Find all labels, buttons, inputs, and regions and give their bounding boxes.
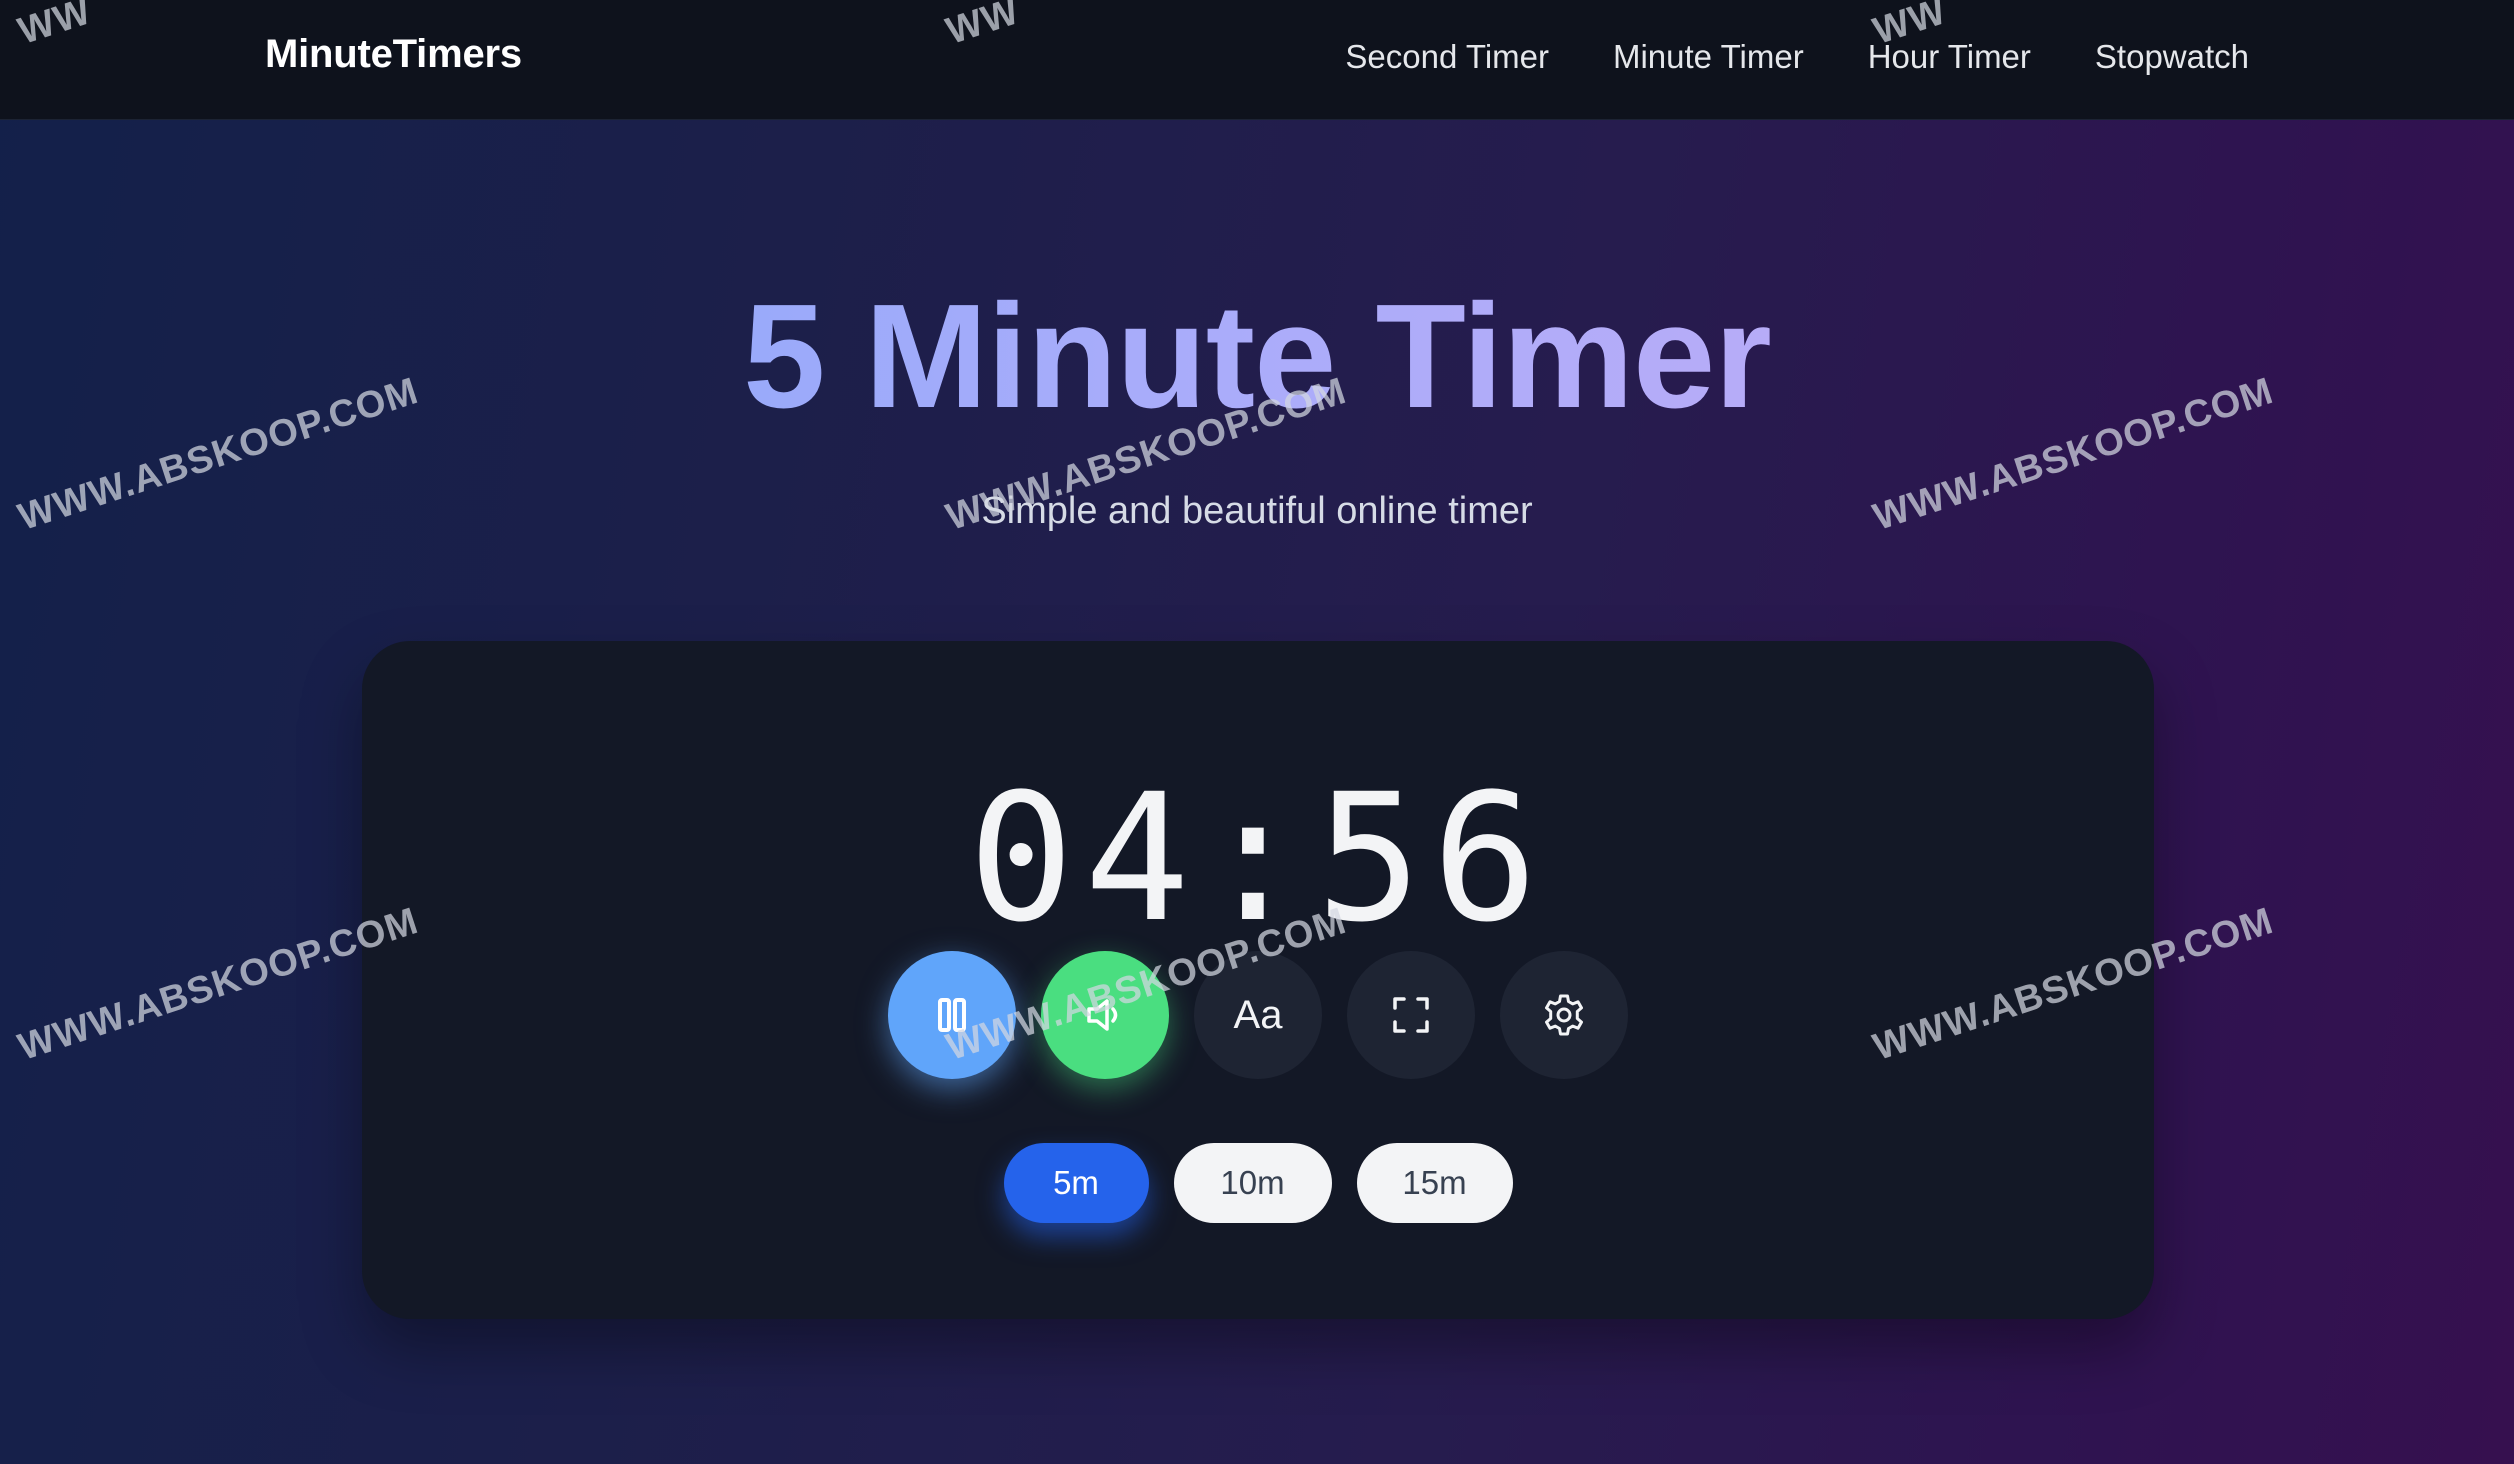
navbar: MinuteTimers Second Timer Minute Timer H… [0, 0, 2514, 120]
nav-link-second-timer[interactable]: Second Timer [1345, 38, 1549, 76]
settings-button[interactable] [1500, 951, 1628, 1079]
brand-logo[interactable]: MinuteTimers [265, 32, 522, 77]
timer-controls: Aa [362, 951, 2154, 1079]
page-title: 5 Minute Timer [0, 272, 2514, 442]
timer-card: 04:56 Aa 5m 10m 15m [362, 641, 2154, 1319]
sound-toggle-button[interactable] [1041, 951, 1169, 1079]
pause-icon [938, 998, 966, 1032]
nav-link-hour-timer[interactable]: Hour Timer [1868, 38, 2031, 76]
preset-buttons: 5m 10m 15m [362, 1143, 2154, 1223]
page: MinuteTimers Second Timer Minute Timer H… [0, 0, 2514, 1464]
preset-5m-button[interactable]: 5m [1003, 1143, 1149, 1223]
nav-link-stopwatch[interactable]: Stopwatch [2095, 38, 2249, 76]
preset-10m-button[interactable]: 10m [1173, 1143, 1332, 1223]
gear-icon [1545, 994, 1583, 1036]
page-subtitle: Simple and beautiful online timer [981, 490, 1533, 532]
preset-15m-button[interactable]: 15m [1356, 1143, 1513, 1223]
font-style-button[interactable]: Aa [1194, 951, 1322, 1079]
speaker-icon [1087, 999, 1118, 1031]
fullscreen-icon [1393, 997, 1429, 1033]
font-style-label: Aa [1233, 992, 1283, 1037]
timer-display: 04:56 [968, 756, 1548, 961]
nav-link-minute-timer[interactable]: Minute Timer [1613, 38, 1804, 76]
fullscreen-button[interactable] [1347, 951, 1475, 1079]
pause-button[interactable] [888, 951, 1016, 1079]
nav-links: Second Timer Minute Timer Hour Timer Sto… [1345, 38, 2249, 76]
